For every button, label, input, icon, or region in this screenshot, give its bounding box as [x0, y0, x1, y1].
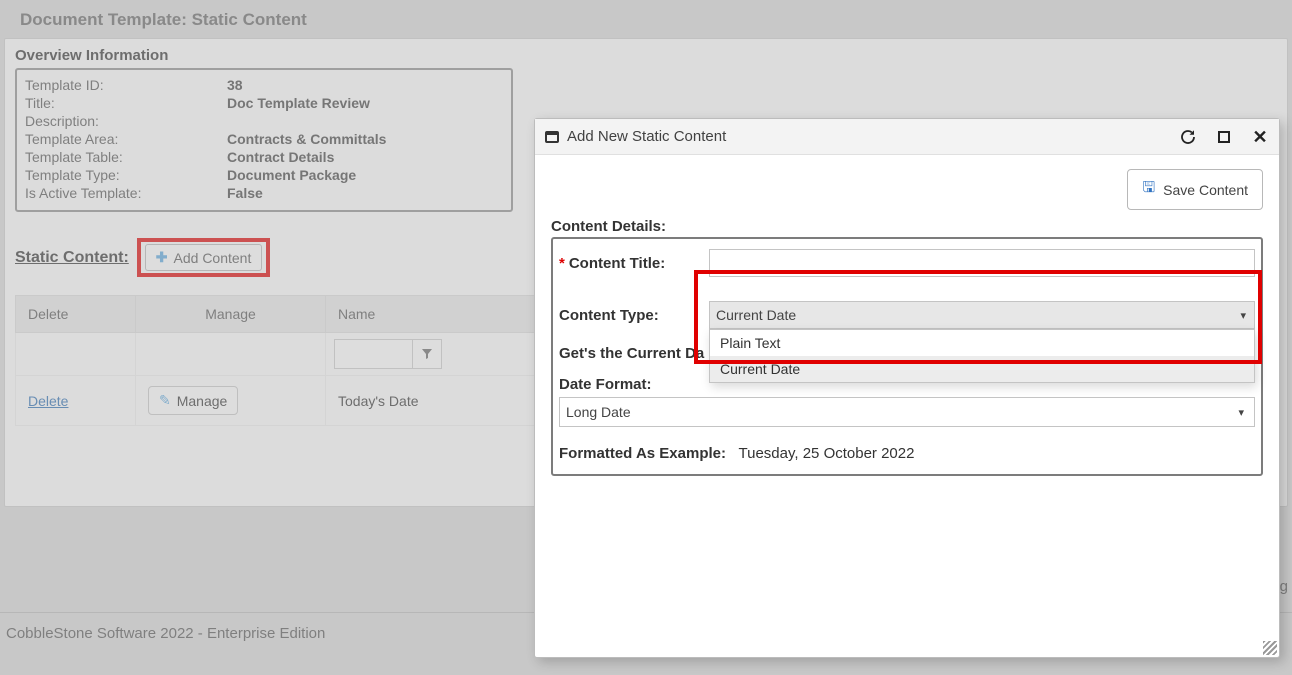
date-format-select[interactable]: Long Date	[559, 397, 1255, 427]
example-value: Tuesday, 25 October 2022	[739, 445, 915, 462]
dropdown-option-plain-text[interactable]: Plain Text	[710, 330, 1254, 356]
content-type-value: Current Date	[716, 307, 796, 323]
content-type-label: Content Type:	[559, 307, 709, 324]
resize-handle[interactable]	[1263, 641, 1277, 655]
modal-titlebar[interactable]: Add New Static Content ✕	[535, 119, 1279, 155]
content-title-label: *Content Title:	[559, 255, 709, 272]
content-details-box: *Content Title: Content Type: Current Da…	[551, 237, 1263, 476]
modal-title: Add New Static Content	[567, 128, 1179, 145]
maximize-icon	[1218, 131, 1230, 143]
content-title-input[interactable]	[709, 249, 1255, 277]
save-content-button[interactable]: 🖫 Save Content	[1127, 169, 1263, 210]
add-static-content-modal: Add New Static Content ✕ 🖫 Save Content …	[534, 118, 1280, 658]
window-icon	[545, 131, 559, 143]
maximize-button[interactable]	[1215, 128, 1233, 146]
content-details-heading: Content Details:	[551, 218, 1263, 235]
content-type-dropdown: Plain Text Current Date	[709, 329, 1255, 383]
close-icon: ✕	[1252, 128, 1267, 146]
save-content-label: Save Content	[1163, 182, 1248, 198]
close-button[interactable]: ✕	[1251, 128, 1269, 146]
content-type-select[interactable]: Current Date	[709, 301, 1255, 329]
refresh-button[interactable]	[1179, 128, 1197, 146]
dropdown-option-current-date[interactable]: Current Date	[710, 356, 1254, 382]
refresh-icon	[1179, 128, 1197, 146]
date-format-value: Long Date	[566, 404, 631, 420]
modal-body: 🖫 Save Content Content Details: *Content…	[535, 155, 1279, 657]
save-icon: 🖫	[1142, 177, 1155, 202]
example-label: Formatted As Example:	[559, 445, 726, 462]
